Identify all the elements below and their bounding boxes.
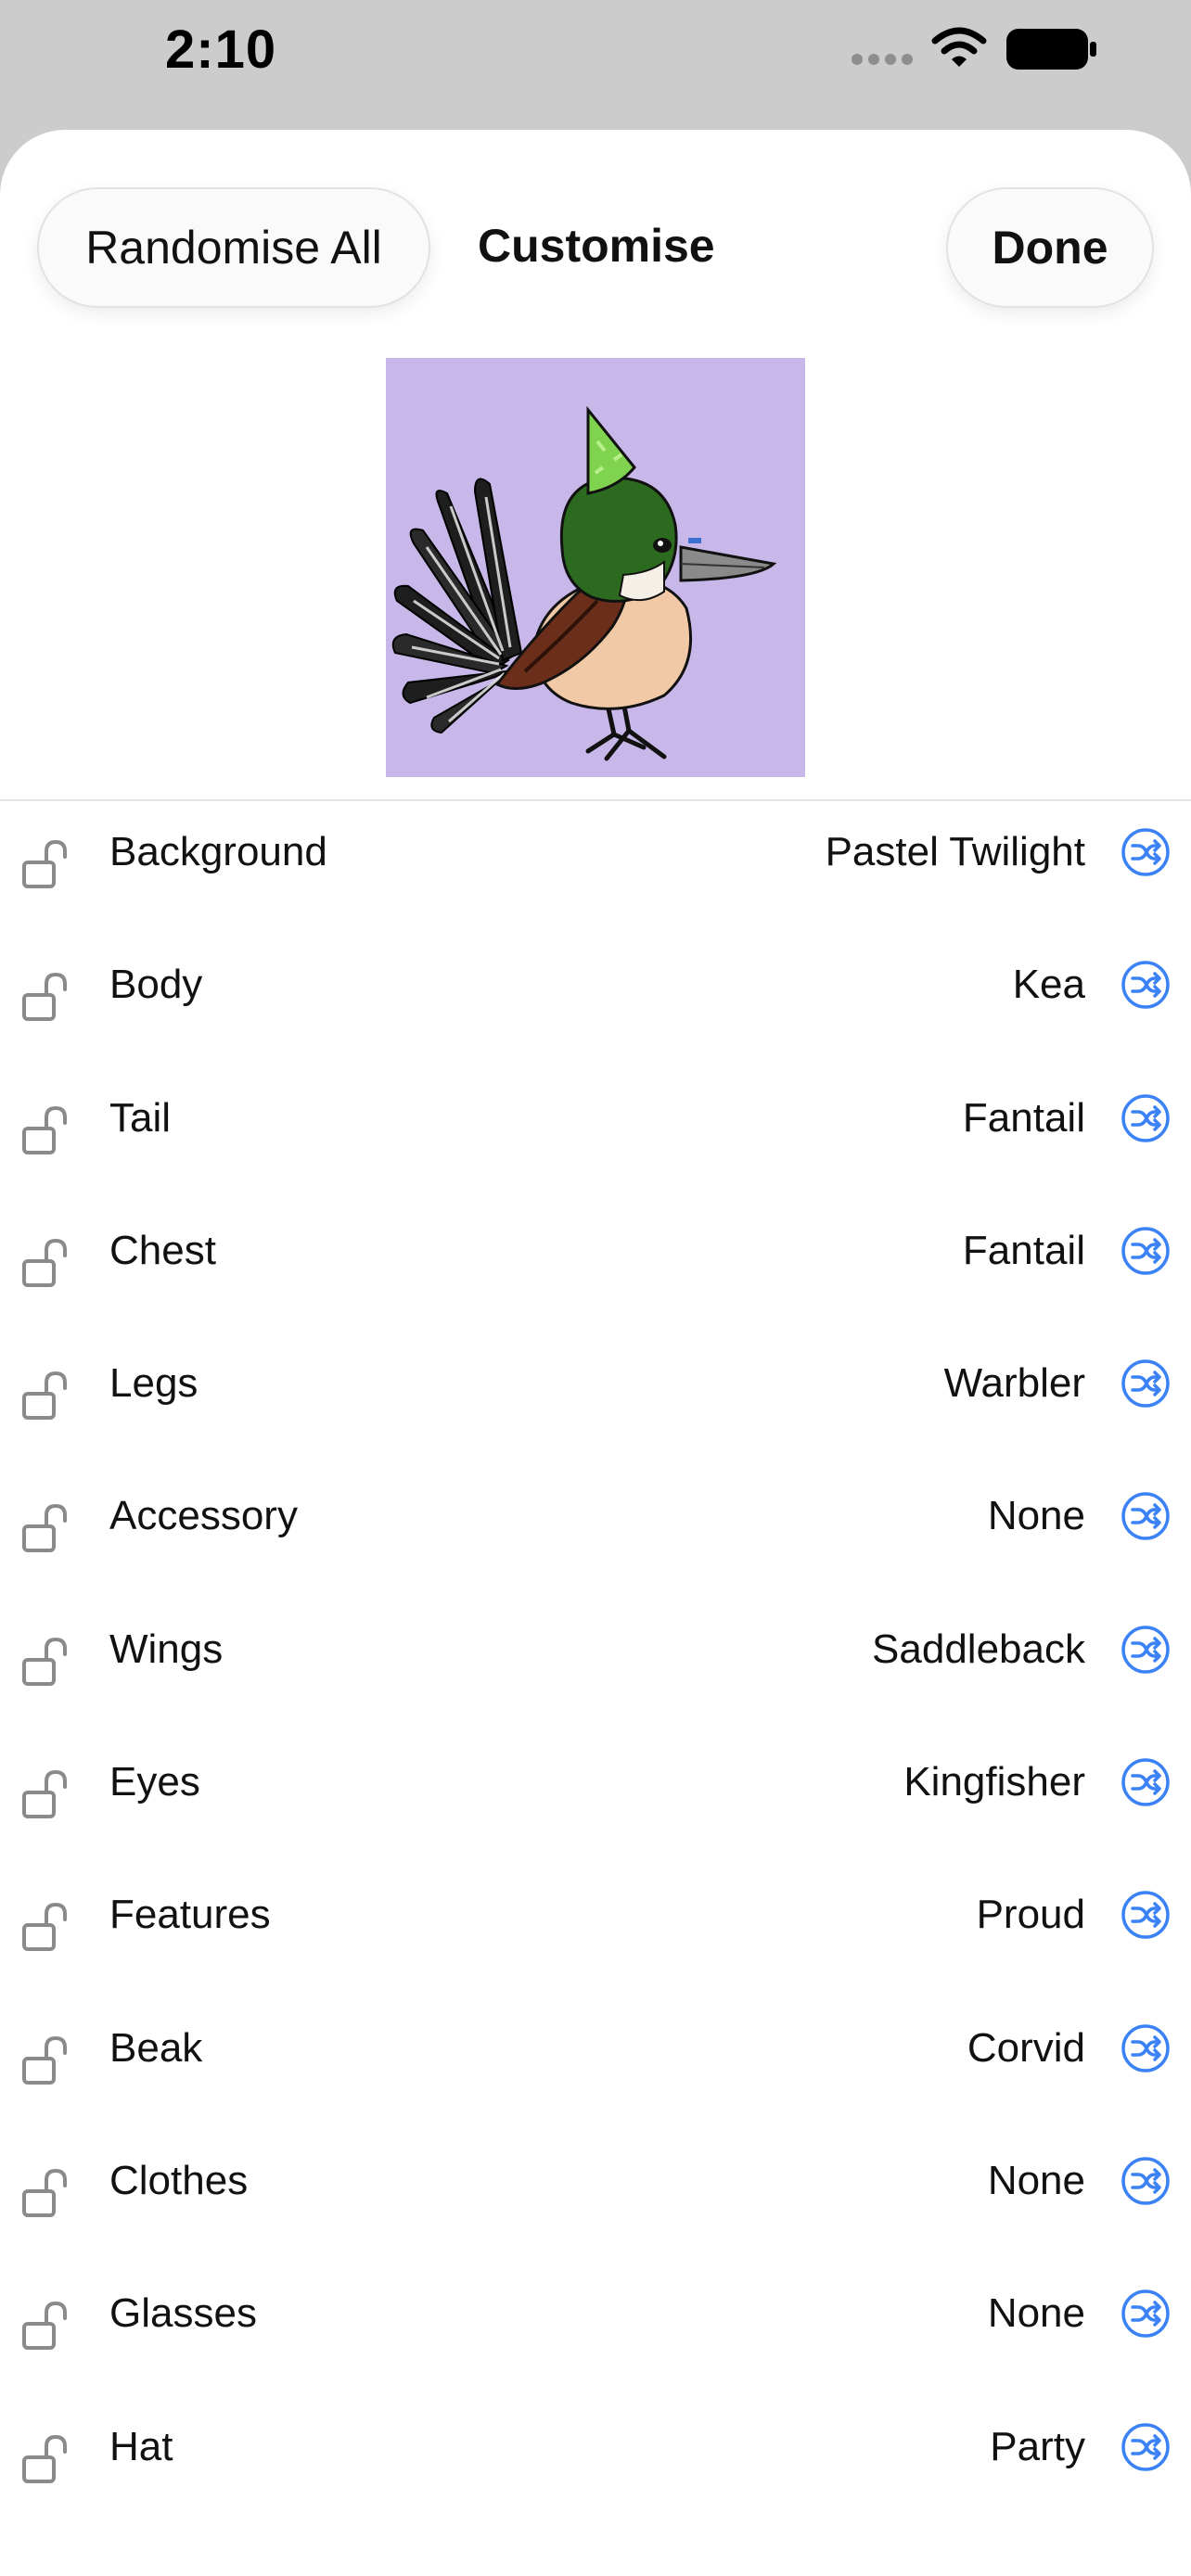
option-value[interactable]: Kingfisher xyxy=(903,1731,1085,1833)
cellular-signal-icon xyxy=(852,54,913,65)
lock-open-icon[interactable] xyxy=(19,1500,72,1554)
option-label: Glasses xyxy=(109,2290,257,2337)
option-row-body[interactable]: Body Kea xyxy=(0,934,1191,1066)
option-value[interactable]: Kea xyxy=(1013,934,1085,1036)
shuffle-icon[interactable] xyxy=(1121,1625,1171,1675)
option-label: Chest xyxy=(109,1227,216,1273)
option-value[interactable]: Party xyxy=(990,2396,1085,2498)
lock-open-icon[interactable] xyxy=(19,2431,72,2485)
status-bar: 2:10 xyxy=(0,0,1191,102)
option-value[interactable]: None xyxy=(988,1465,1085,1567)
shuffle-icon[interactable] xyxy=(1121,1226,1171,1276)
bird-illustration xyxy=(386,358,805,777)
lock-open-icon[interactable] xyxy=(19,2165,72,2219)
lock-open-icon[interactable] xyxy=(19,2033,72,2086)
shuffle-icon[interactable] xyxy=(1121,960,1171,1010)
option-row-chest[interactable]: Chest Fantail xyxy=(0,1200,1191,1333)
shuffle-icon[interactable] xyxy=(1121,2156,1171,2206)
shuffle-icon[interactable] xyxy=(1121,1890,1171,1940)
lock-open-icon[interactable] xyxy=(19,2298,72,2352)
option-value[interactable]: Proud xyxy=(977,1864,1085,1966)
option-label: Tail xyxy=(109,1094,172,1141)
option-value[interactable]: Saddleback xyxy=(872,1599,1085,1701)
option-value[interactable]: Fantail xyxy=(963,1067,1085,1169)
option-value[interactable]: None xyxy=(988,2263,1085,2365)
option-row-beak[interactable]: Beak Corvid xyxy=(0,1997,1191,2130)
option-label: Wings xyxy=(109,1626,224,1672)
lock-open-icon[interactable] xyxy=(19,1368,72,1422)
lock-open-icon[interactable] xyxy=(19,1634,72,1688)
shuffle-icon[interactable] xyxy=(1121,2289,1171,2339)
lock-open-icon[interactable] xyxy=(19,1103,72,1156)
wifi-icon xyxy=(931,27,987,67)
option-row-eyes[interactable]: Eyes Kingfisher xyxy=(0,1731,1191,1864)
shuffle-icon[interactable] xyxy=(1121,2023,1171,2073)
option-row-tail[interactable]: Tail Fantail xyxy=(0,1067,1191,1200)
option-label: Clothes xyxy=(109,2157,249,2203)
option-label: Beak xyxy=(109,2024,203,2071)
lock-open-icon[interactable] xyxy=(19,969,72,1023)
randomise-all-button[interactable]: Randomise All xyxy=(37,187,430,308)
option-row-hat[interactable]: Hat Party xyxy=(0,2396,1191,2529)
option-row-background[interactable]: Background Pastel Twilight xyxy=(0,801,1191,934)
option-row-accessory[interactable]: Accessory None xyxy=(0,1465,1191,1598)
option-label: Accessory xyxy=(109,1493,298,1539)
option-list: Background Pastel Twilight Body Kea Tail… xyxy=(0,801,1191,2529)
option-value[interactable]: Fantail xyxy=(963,1200,1085,1302)
option-value[interactable]: Corvid xyxy=(967,1997,1085,2099)
option-value[interactable]: Warbler xyxy=(944,1333,1085,1435)
status-time: 2:10 xyxy=(165,19,277,80)
customise-sheet: Randomise All Customise Done Background … xyxy=(0,130,1191,2576)
shuffle-icon[interactable] xyxy=(1121,1757,1171,1807)
option-row-legs[interactable]: Legs Warbler xyxy=(0,1333,1191,1465)
option-row-wings[interactable]: Wings Saddleback xyxy=(0,1599,1191,1731)
lock-open-icon[interactable] xyxy=(19,1235,72,1289)
shuffle-icon[interactable] xyxy=(1121,1358,1171,1409)
option-label: Legs xyxy=(109,1360,198,1407)
option-row-clothes[interactable]: Clothes None xyxy=(0,2130,1191,2263)
lock-open-icon[interactable] xyxy=(19,1766,72,1820)
option-row-features[interactable]: Features Proud xyxy=(0,1864,1191,1996)
option-label: Features xyxy=(109,1892,271,1938)
shuffle-icon[interactable] xyxy=(1121,827,1171,877)
lock-open-icon[interactable] xyxy=(19,836,72,890)
shuffle-icon[interactable] xyxy=(1121,1491,1171,1541)
done-button[interactable]: Done xyxy=(946,187,1154,308)
sheet-title: Customise xyxy=(478,220,715,272)
shuffle-icon[interactable] xyxy=(1121,2422,1171,2472)
option-label: Hat xyxy=(109,2423,173,2469)
lock-open-icon[interactable] xyxy=(19,1899,72,1953)
bird-preview-image xyxy=(386,358,805,777)
option-value[interactable]: Pastel Twilight xyxy=(826,801,1085,903)
battery-icon xyxy=(1006,29,1096,70)
option-label: Body xyxy=(109,962,203,1008)
option-label: Eyes xyxy=(109,1759,200,1805)
option-label: Background xyxy=(109,829,327,874)
option-row-glasses[interactable]: Glasses None xyxy=(0,2263,1191,2395)
shuffle-icon[interactable] xyxy=(1121,1093,1171,1143)
option-value[interactable]: None xyxy=(988,2130,1085,2232)
